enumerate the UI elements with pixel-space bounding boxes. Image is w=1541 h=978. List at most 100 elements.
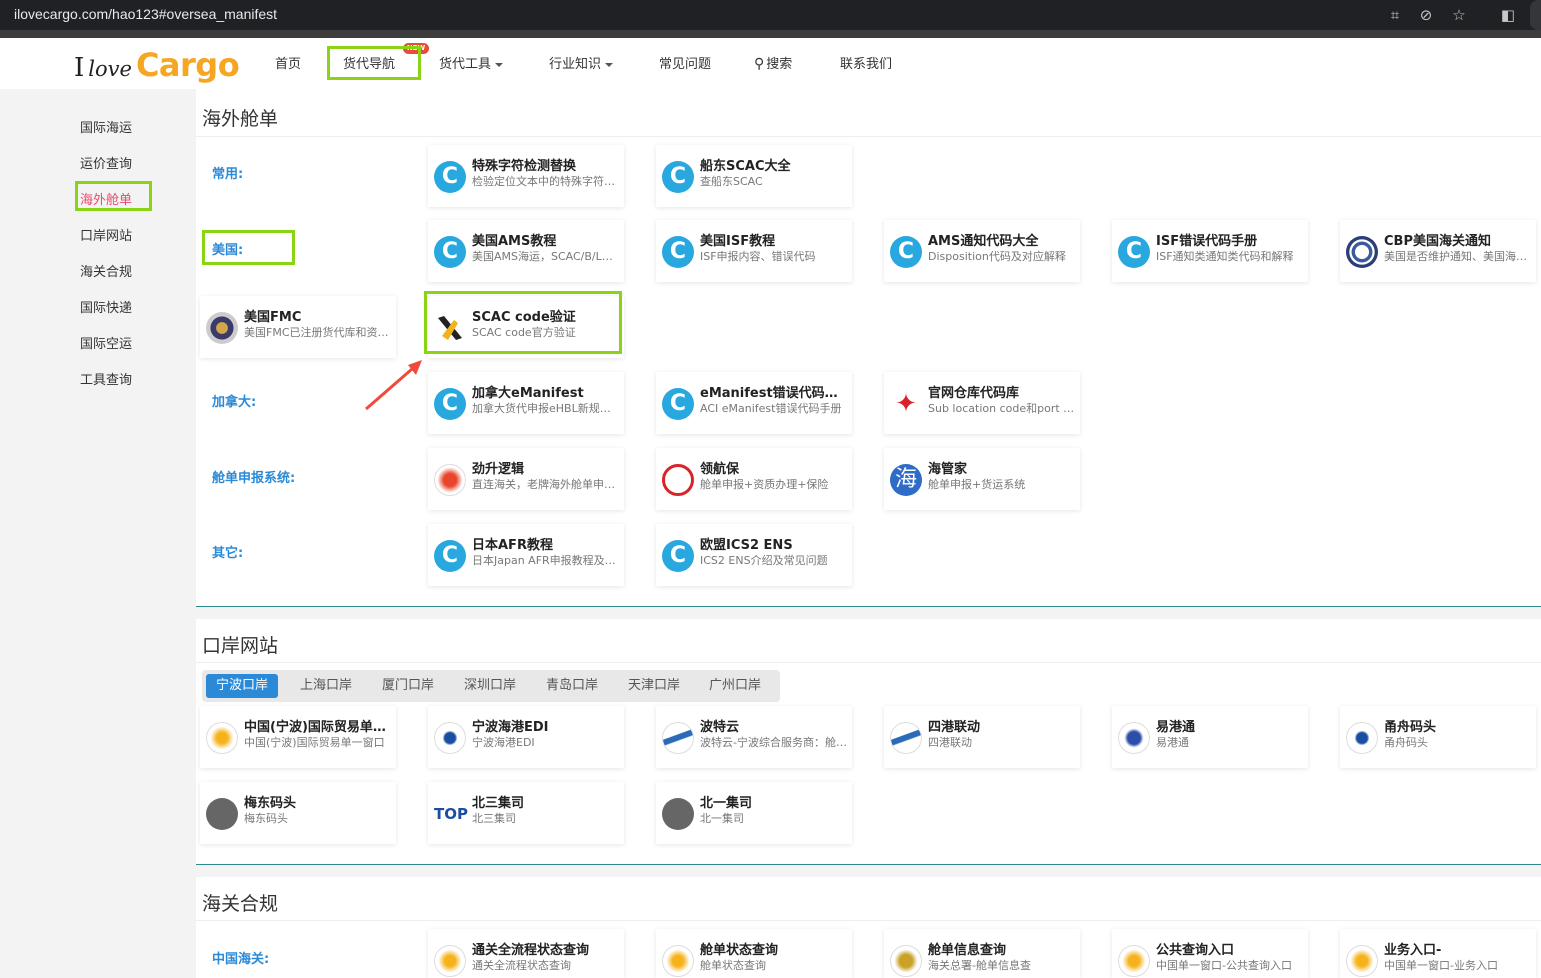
link-card[interactable]: 四港联动 四港联动 <box>884 706 1080 768</box>
link-card[interactable]: 宁波海港EDI 宁波海港EDI <box>428 706 624 768</box>
link-card[interactable]: 领航保 舱单申报+资质办理+保险 <box>656 448 852 510</box>
card-title: 舱单信息查询 <box>928 943 1007 958</box>
link-card[interactable]: TOP 北三集司 北三集司 <box>428 782 624 844</box>
tab-ningbo[interactable]: 宁波口岸 <box>206 674 279 698</box>
card-title: 通关全流程状态查询 <box>472 943 590 958</box>
pointer-arrow <box>365 360 422 411</box>
link-card[interactable]: C 日本AFR教程日本Japan AFR申报教程及错误代码 <box>428 524 624 586</box>
sidebar-item-port-sites[interactable]: 口岸网站 <box>80 225 132 244</box>
logo-i: I <box>74 53 85 83</box>
link-card[interactable]: C 船东SCAC大全 查船东SCAC <box>656 145 852 207</box>
nav-home[interactable]: 首页 <box>275 53 301 72</box>
left-sidebar <box>0 89 196 978</box>
link-card[interactable]: C 加拿大eManifest 加拿大货代申报eHBL新规说明 <box>428 372 624 434</box>
card-desc: 舱单状态查询 <box>700 959 766 972</box>
card-title: 宁波海港EDI <box>472 720 549 735</box>
link-card[interactable]: 易港通 易港通 <box>1112 706 1308 768</box>
bookmark-star-icon[interactable]: ☆ <box>1448 4 1470 26</box>
tab-shenzhen[interactable]: 深圳口岸 <box>454 674 526 698</box>
nav-tools[interactable]: 货代工具 <box>439 53 504 72</box>
card-title: 船东SCAC大全 <box>700 159 791 174</box>
side-panel-icon[interactable]: ◧ <box>1497 4 1519 26</box>
nav-faq[interactable]: 常见问题 <box>659 53 711 72</box>
translate-icon[interactable]: ⌗ <box>1384 4 1406 26</box>
card-desc: 中国单一窗口-业务入口 <box>1384 959 1498 972</box>
link-card[interactable]: 舱单信息查询 海关总署-舱单信息查 <box>884 929 1080 978</box>
card-desc: 直连海关，老牌海外舱单申报服务 <box>472 478 620 491</box>
divider <box>196 136 1541 137</box>
link-card[interactable]: 北一集司 北一集司 <box>656 782 852 844</box>
card-desc: 海关总署-舱单信息查 <box>928 959 1031 972</box>
link-card[interactable]: 中国(宁波)国际贸易单一窗口中国(宁波)国际贸易单一窗口 <box>200 706 396 768</box>
sidebar-item-sea-freight[interactable]: 国际海运 <box>80 117 132 136</box>
card-title: 梅东码头 <box>244 796 297 811</box>
card-title: 领航保 <box>700 462 740 477</box>
nav-contact[interactable]: 联系我们 <box>840 53 892 72</box>
c-icon: C <box>662 236 694 268</box>
link-card[interactable]: 业务入口- 中国单一窗口-业务入口 <box>1340 929 1536 978</box>
sidebar-item-rates[interactable]: 运价查询 <box>80 153 132 172</box>
link-card[interactable]: 公共查询入口 中国单一窗口-公共查询入口 <box>1112 929 1308 978</box>
link-card[interactable]: 海海管家 舱单申报+货运系统 <box>884 448 1080 510</box>
card-desc: 中国单一窗口-公共查询入口 <box>1156 959 1292 972</box>
card-title: 加拿大eManifest <box>472 386 584 401</box>
card-desc: 检验定位文本中的特殊字符并替换 <box>472 175 620 188</box>
sidebar-item-air-freight[interactable]: 国际空运 <box>80 333 132 352</box>
link-card[interactable]: C ISF错误代码手册 ISF通知类通知类代码和解释 <box>1112 220 1308 282</box>
browser-address-bar: ilovecargo.com/hao123#oversea_manifest ⌗… <box>0 0 1541 30</box>
link-card[interactable]: 通关全流程状态查询 通关全流程状态查询 <box>428 929 624 978</box>
logo-love: love <box>88 57 132 81</box>
card-desc: 舱单申报+资质办理+保险 <box>700 478 829 491</box>
tab-xiamen[interactable]: 厦门口岸 <box>372 674 444 698</box>
sidebar-item-tools[interactable]: 工具查询 <box>80 369 132 388</box>
card-title: CBP美国海关通知 <box>1384 234 1491 249</box>
nav-knowledge[interactable]: 行业知识 <box>549 53 614 72</box>
nav-search-label: 搜索 <box>766 57 793 72</box>
link-card[interactable]: CBP美国海关通知美国是否维护通知、美国海关公告 <box>1340 220 1536 282</box>
card-desc: 美国是否维护通知、美国海关公告 <box>1384 250 1532 263</box>
tab-tianjin[interactable]: 天津口岸 <box>618 674 690 698</box>
link-card[interactable]: 劲升逻辑直连海关，老牌海外舱单申报服务 <box>428 448 624 510</box>
card-title: 甬舟码头 <box>1384 720 1437 735</box>
eye-off-icon[interactable]: ⊘ <box>1415 4 1437 26</box>
link-card[interactable]: C 特殊字符检测替换检验定位文本中的特殊字符并替换 <box>428 145 624 207</box>
sidebar-item-express[interactable]: 国际快递 <box>80 297 132 316</box>
card-desc: ICS2 ENS介绍及常见问题 <box>700 554 828 567</box>
link-card[interactable]: 美国FMC美国FMC已注册货代库和资质查询 <box>200 296 396 358</box>
c-icon: C <box>434 161 466 193</box>
fmc-seal-icon <box>206 312 238 344</box>
category-common: 常用: <box>212 167 244 182</box>
link-card[interactable]: C 美国AMS教程 美国AMS海运，SCAC/B/L号规则 <box>428 220 624 282</box>
nav-search[interactable]: ⚲ 搜索 <box>754 53 792 72</box>
edge-icon <box>206 722 238 754</box>
emblem-icon <box>890 945 922 977</box>
card-desc: ACI eManifest错误代码手册 <box>700 402 842 415</box>
link-card[interactable]: 甬舟码头 甬舟码头 <box>1340 706 1536 768</box>
card-desc: 加拿大货代申报eHBL新规说明 <box>472 402 620 415</box>
manifest-title: 海外舱单 <box>202 108 279 130</box>
c-icon: C <box>662 161 694 193</box>
top-logo-icon: TOP <box>434 798 468 830</box>
card-title: 海管家 <box>928 462 968 477</box>
site-logo[interactable]: I love Cargo <box>74 47 240 83</box>
link-card[interactable]: ✦ 官网仓库代码库 Sub location code和port code <box>884 372 1080 434</box>
link-card[interactable]: 波特云波特云-宁波综合服务商：舱单报文 <box>656 706 852 768</box>
sidebar-item-customs[interactable]: 海关合规 <box>80 261 132 280</box>
link-card[interactable]: C 美国ISF教程 ISF申报内容、错误代码 <box>656 220 852 282</box>
link-card[interactable]: C AMS通知代码大全 Disposition代码及对应解释 <box>884 220 1080 282</box>
tab-shanghai[interactable]: 上海口岸 <box>290 674 362 698</box>
divider <box>196 920 1541 921</box>
link-card[interactable]: 梅东码头 梅东码头 <box>200 782 396 844</box>
url-text[interactable]: ilovecargo.com/hao123#oversea_manifest <box>14 6 277 22</box>
card-title: 易港通 <box>1156 720 1196 735</box>
caret-down-icon <box>495 62 504 67</box>
card-desc: 美国AMS海运，SCAC/B/L号规则 <box>472 250 620 263</box>
edge-icon <box>662 945 694 977</box>
link-card[interactable]: 舱单状态查询 舱单状态查询 <box>656 929 852 978</box>
link-card[interactable]: CeManifest错误代码手册 ACI eManifest错误代码手册 <box>656 372 852 434</box>
tab-qingdao[interactable]: 青岛口岸 <box>536 674 608 698</box>
tab-guangzhou[interactable]: 广州口岸 <box>699 674 771 698</box>
link-card[interactable]: C 欧盟ICS2 ENS ICS2 ENS介绍及常见问题 <box>656 524 852 586</box>
category-canada: 加拿大: <box>212 395 257 410</box>
card-title: 舱单状态查询 <box>700 943 779 958</box>
